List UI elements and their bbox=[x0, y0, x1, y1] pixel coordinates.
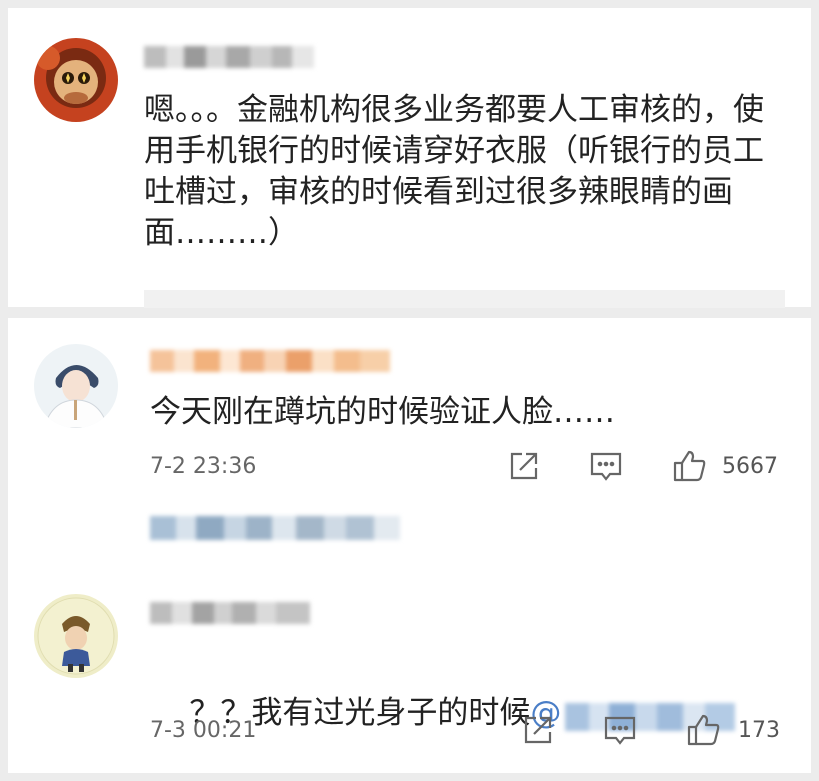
comment-icon[interactable] bbox=[602, 712, 638, 748]
thumbs-up-icon[interactable] bbox=[686, 712, 722, 748]
username-blurred[interactable] bbox=[150, 350, 390, 372]
username-blurred[interactable] bbox=[150, 602, 310, 624]
comment-text: 嗯。。。金融机构很多业务都要人工审核的，使用手机银行的时候请穿好衣服（听银行的员… bbox=[144, 92, 764, 251]
comment-card-2: 今天刚在蹲坑的时候验证人脸…… 7-2 23:36 5667 ？？我有过光身子的… bbox=[8, 318, 811, 773]
like-count[interactable]: 5667 bbox=[722, 454, 778, 479]
thumbs-up-icon[interactable] bbox=[672, 448, 708, 484]
comment-meta: 7-2 23:36 5667 bbox=[8, 448, 811, 488]
comment-icon[interactable] bbox=[588, 448, 624, 484]
reply-area bbox=[144, 290, 785, 308]
timestamp: 7-3 00:21 bbox=[150, 718, 257, 743]
like-count[interactable]: 173 bbox=[738, 718, 780, 743]
avatar[interactable] bbox=[34, 594, 118, 678]
reply-blurred[interactable] bbox=[150, 516, 400, 540]
comment-card-1: 嗯。。。金融机构很多业务都要人工审核的，使用手机银行的时候请穿好衣服（听银行的员… bbox=[8, 8, 811, 308]
comment-text: 今天刚在蹲坑的时候验证人脸…… bbox=[150, 394, 615, 430]
share-icon[interactable] bbox=[520, 712, 556, 748]
timestamp: 7-2 23:36 bbox=[150, 454, 257, 479]
avatar[interactable] bbox=[34, 344, 118, 428]
avatar[interactable] bbox=[34, 38, 118, 122]
username-blurred[interactable] bbox=[144, 46, 314, 68]
comment-meta: 7-3 00:21 173 bbox=[8, 712, 811, 752]
share-icon[interactable] bbox=[506, 448, 542, 484]
